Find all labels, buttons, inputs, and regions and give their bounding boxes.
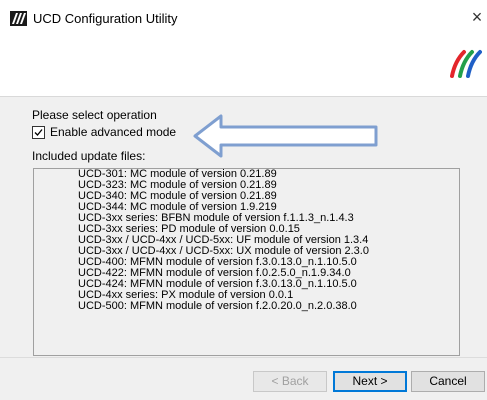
advanced-mode-label[interactable]: Enable advanced mode	[50, 125, 176, 139]
included-files-label: Included update files:	[32, 149, 146, 163]
app-icon	[10, 11, 27, 26]
content-panel: Please select operation Enable advanced …	[0, 97, 487, 357]
back-button[interactable]: < Back	[253, 371, 327, 392]
left-arrow-icon	[193, 114, 378, 158]
close-icon[interactable]: ×	[467, 6, 487, 28]
operation-prompt: Please select operation	[32, 108, 157, 122]
cancel-button[interactable]: Cancel	[411, 371, 485, 392]
checkmark-icon	[34, 129, 43, 136]
header-banner	[0, 44, 487, 96]
button-bar: < Back Next > Cancel	[0, 357, 487, 400]
footer-divider	[0, 357, 487, 358]
next-button[interactable]: Next >	[333, 371, 407, 392]
advanced-mode-checkbox[interactable]	[32, 126, 45, 139]
list-item: UCD-500: MFMN module of version f.2.0.20…	[78, 300, 357, 312]
update-files-list[interactable]: UCD-301: MC module of version 0.21.89 UC…	[33, 168, 460, 356]
brand-logo	[450, 50, 482, 78]
title-bar: UCD Configuration Utility ×	[0, 0, 487, 44]
window-title: UCD Configuration Utility	[33, 11, 178, 26]
